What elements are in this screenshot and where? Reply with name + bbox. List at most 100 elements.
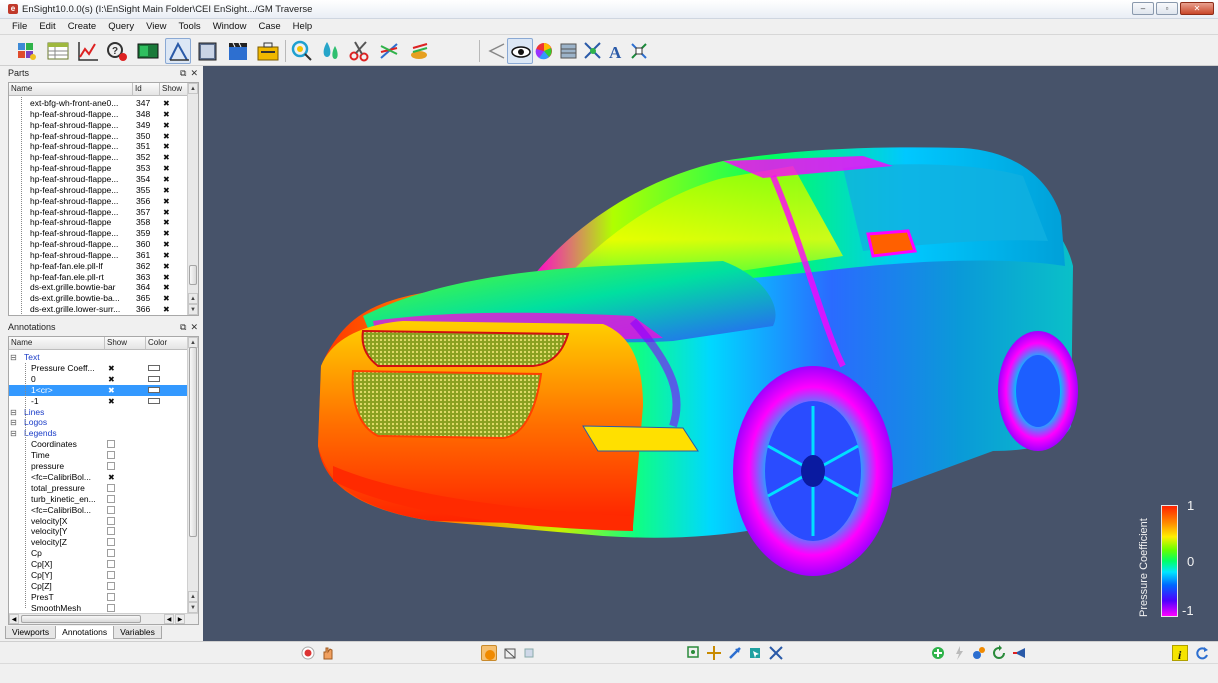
parts-scrollbar[interactable]: ▲ ▲ ▼ (187, 83, 198, 315)
close-button[interactable]: ✕ (1180, 2, 1214, 15)
collapse-icon[interactable]: ⊟ (10, 428, 17, 439)
show-checkbox[interactable] (107, 571, 115, 579)
list-item[interactable]: <fc=CalibriBol... (9, 505, 188, 516)
show-toggle-icon[interactable]: ✖ (163, 304, 170, 315)
list-item[interactable]: PresT (9, 592, 188, 603)
show-toggle-icon[interactable]: ✖ (163, 196, 170, 207)
show-checkbox[interactable] (107, 462, 115, 470)
color-icon[interactable] (531, 38, 557, 64)
refresh-icon[interactable] (1194, 645, 1210, 661)
table-row[interactable]: ds-ext.grille.lower-surr... 366 ✖ (9, 304, 188, 315)
show-toggle-icon[interactable]: ✖ (163, 174, 170, 185)
col-header-id[interactable]: Id (133, 83, 160, 96)
list-item[interactable]: Cp[Y] (9, 570, 188, 581)
annotations-list[interactable]: Name Show Color ⊟ Text Pressure Coeff... ✖ 0… (8, 336, 199, 625)
list-item[interactable]: Time (9, 450, 188, 461)
tab-annotations[interactable]: Annotations (55, 626, 115, 639)
palette-icon[interactable] (556, 38, 582, 64)
table-row[interactable]: hp-feaf-shroud-flappe... 348 ✖ (9, 109, 188, 120)
show-checkbox[interactable] (107, 527, 115, 536)
tree-group[interactable]: ⊟ Text (9, 352, 188, 363)
plot-icon[interactable] (75, 38, 101, 64)
table-row[interactable]: hp-feaf-shroud-flappe 353 ✖ (9, 163, 188, 174)
menu-help[interactable]: Help (293, 21, 313, 32)
show-toggle-icon[interactable]: ✖ (163, 282, 170, 293)
show-checkbox[interactable] (107, 592, 115, 601)
show-toggle-icon[interactable]: ✖ (108, 363, 115, 374)
show-toggle-icon[interactable]: ✖ (108, 396, 115, 407)
annotations-scrollbar[interactable]: ▲ ▲ ▼ (187, 337, 198, 613)
tree-group[interactable]: ⊟ Logos (9, 417, 188, 428)
legend-min-label[interactable]: -1 (1182, 603, 1194, 618)
menu-query[interactable]: Query (108, 21, 134, 32)
table-row[interactable]: hp-feaf-shroud-flappe... 354 ✖ (9, 174, 188, 185)
wireframe-icon[interactable] (502, 645, 518, 661)
scroll-right-icon[interactable]: ▶ (175, 614, 185, 624)
show-checkbox[interactable] (107, 538, 115, 547)
parts-list[interactable]: Name Id Show ext-bfg-wh-front-ane0... 347… (8, 82, 199, 316)
pointer-icon[interactable] (727, 645, 743, 661)
table-row[interactable]: hp-feaf-shroud-flappe... 357 ✖ (9, 207, 188, 218)
light-icon[interactable] (951, 645, 967, 661)
table-row[interactable]: hp-feaf-shroud-flappe... 349 ✖ (9, 120, 188, 131)
list-item[interactable]: Cp[X] (9, 559, 188, 570)
table-row[interactable]: hp-feaf-shroud-flappe... 361 ✖ (9, 250, 188, 261)
show-toggle-icon[interactable]: ✖ (108, 374, 115, 385)
toolbox-icon[interactable] (255, 38, 281, 64)
list-item[interactable]: velocity[Y (9, 526, 188, 537)
show-toggle-icon[interactable]: ✖ (108, 472, 115, 483)
clip-icon[interactable] (347, 38, 373, 64)
table-row[interactable]: ds-ext.grille.bowtie-ba... 365 ✖ (9, 293, 188, 304)
menu-view[interactable]: View (146, 21, 166, 32)
show-toggle-icon[interactable]: ✖ (163, 228, 170, 239)
show-checkbox[interactable] (107, 505, 115, 514)
col-header-name[interactable]: Name (9, 83, 133, 96)
col-header-show[interactable]: Show (160, 83, 188, 96)
show-checkbox[interactable] (107, 440, 115, 449)
maximize-button[interactable]: ▫ (1156, 2, 1178, 15)
list-item[interactable]: turb_kinetic_en... (9, 494, 188, 505)
scroll-up-icon[interactable]: ▲ (188, 591, 198, 602)
viewport-icon[interactable] (135, 38, 161, 64)
show-toggle-icon[interactable]: ✖ (163, 250, 170, 261)
show-toggle-icon[interactable]: ✖ (163, 163, 170, 174)
horizontal-scrollbar[interactable]: ◀ ◀ ▶ (9, 613, 198, 624)
scroll-down-icon[interactable]: ▼ (188, 304, 198, 315)
list-item[interactable]: Coordinates (9, 439, 188, 450)
show-toggle-icon[interactable]: ✖ (163, 131, 170, 142)
graphics-viewport[interactable] (203, 66, 1218, 641)
view-icon[interactable] (1012, 645, 1028, 661)
color-swatch[interactable] (148, 375, 160, 382)
tree-group[interactable]: ⊟ Lines (9, 407, 188, 418)
show-checkbox[interactable] (107, 483, 115, 492)
hand-icon[interactable] (320, 645, 336, 661)
show-toggle-icon[interactable]: ✖ (108, 385, 115, 396)
color-swatch[interactable] (148, 386, 160, 393)
col-header-color[interactable]: Color (146, 337, 188, 350)
record-icon[interactable] (300, 645, 316, 661)
list-item[interactable]: velocity[X (9, 516, 188, 527)
table-row[interactable]: ds-ext.grille.bowtie-bar 364 ✖ (9, 282, 188, 293)
table-row[interactable]: hp-feaf-shroud-flappe... 356 ✖ (9, 196, 188, 207)
show-toggle-icon[interactable]: ✖ (163, 98, 170, 109)
color-swatch[interactable] (148, 364, 160, 371)
list-item[interactable]: -1 ✖ (9, 396, 188, 407)
show-checkbox[interactable] (107, 603, 115, 612)
show-toggle-icon[interactable]: ✖ (163, 217, 170, 228)
show-checkbox[interactable] (107, 581, 115, 590)
minimize-button[interactable]: – (1132, 2, 1154, 15)
menu-file[interactable]: File (12, 21, 27, 32)
zoom-in-icon[interactable] (930, 645, 946, 661)
color-legend-bar[interactable] (1161, 505, 1178, 617)
show-checkbox[interactable] (107, 516, 115, 525)
table-row[interactable]: hp-feaf-shroud-flappe... 351 ✖ (9, 141, 188, 152)
tab-viewports[interactable]: Viewports (5, 626, 57, 639)
transform-icon[interactable] (626, 38, 652, 64)
scroll-left-icon[interactable]: ◀ (164, 614, 174, 624)
annotation-icon[interactable] (165, 38, 191, 64)
clapper-icon[interactable] (225, 38, 251, 64)
legend-mid-label[interactable]: 0 (1187, 554, 1194, 569)
collapse-icon[interactable]: ⊟ (10, 352, 17, 363)
tree-group[interactable]: ⊟ Legends (9, 428, 188, 439)
legend-title[interactable]: Pressure Coefficient (1138, 518, 1150, 617)
